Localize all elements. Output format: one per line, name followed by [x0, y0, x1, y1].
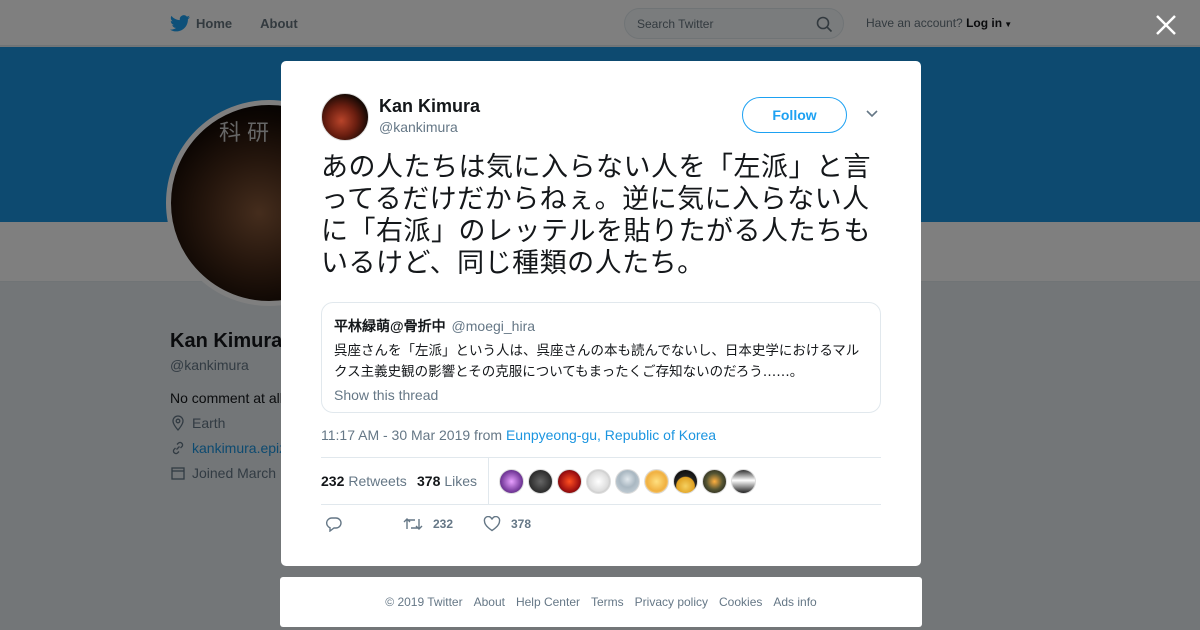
likes-stat[interactable]: 378 Likes: [417, 473, 477, 489]
liker-avatar[interactable]: [586, 469, 611, 494]
liker-avatar[interactable]: [731, 469, 756, 494]
tweet-text: あの人たちは気に入らない人を「左派」と言ってるだけだからねぇ。逆に気に入らない人…: [321, 152, 871, 279]
quote-author-name: 平林緑萌@骨折中: [334, 318, 446, 334]
liker-avatar[interactable]: [615, 469, 640, 494]
chevron-down-icon[interactable]: [865, 109, 879, 119]
author-avatar[interactable]: [321, 93, 369, 141]
heart-icon: [483, 516, 501, 532]
retweet-button[interactable]: 232: [403, 516, 453, 532]
liker-avatar[interactable]: [557, 469, 582, 494]
author-handle[interactable]: @kankimura: [379, 119, 458, 135]
liker-avatar[interactable]: [528, 469, 553, 494]
stats-divider: [488, 458, 489, 504]
tweet-actions: 232 378: [321, 516, 881, 536]
liker-avatar[interactable]: [702, 469, 727, 494]
retweets-count: 232: [321, 473, 345, 489]
tweet-modal: Kan Kimura @kankimura Follow あの人たちは気に入らな…: [281, 61, 921, 566]
likes-label: Likes: [444, 473, 478, 489]
location-link[interactable]: Eunpyeong-gu, Republic of Korea: [506, 427, 716, 443]
retweets-label: Retweets: [348, 473, 407, 489]
liker-avatar[interactable]: [673, 469, 698, 494]
like-count: 378: [511, 517, 532, 531]
show-thread-link[interactable]: Show this thread: [334, 387, 868, 403]
footer: © 2019 Twitter About Help Center Terms P…: [280, 577, 922, 627]
liker-avatars: [499, 469, 760, 494]
likes-count: 378: [417, 473, 441, 489]
liker-avatar[interactable]: [499, 469, 524, 494]
footer-ads[interactable]: Ads info: [773, 595, 816, 609]
retweet-icon: [403, 518, 423, 530]
timestamp-text[interactable]: 11:17 AM - 30 Mar 2019 from: [321, 427, 502, 443]
footer-copyright: © 2019 Twitter: [385, 595, 463, 609]
tweet-timestamp: 11:17 AM - 30 Mar 2019 from Eunpyeong-gu…: [321, 427, 716, 443]
close-icon[interactable]: [1153, 12, 1179, 38]
footer-cookies[interactable]: Cookies: [719, 595, 762, 609]
reply-icon: [326, 517, 342, 532]
footer-help[interactable]: Help Center: [516, 595, 580, 609]
liker-avatar[interactable]: [644, 469, 669, 494]
reply-button[interactable]: [325, 516, 353, 532]
quoted-tweet[interactable]: 平林緑萌@骨折中 @moegi_hira 呉座さんを「左派」という人は、呉座さん…: [321, 302, 881, 413]
quote-header: 平林緑萌@骨折中 @moegi_hira: [334, 316, 868, 336]
tweet-stats: 232 Retweets 378 Likes: [321, 457, 881, 505]
like-button[interactable]: 378: [483, 516, 531, 532]
quote-author-handle: @moegi_hira: [451, 318, 536, 334]
author-name[interactable]: Kan Kimura: [379, 96, 480, 117]
footer-privacy[interactable]: Privacy policy: [635, 595, 708, 609]
retweet-count: 232: [433, 517, 454, 531]
quote-text: 呉座さんを「左派」という人は、呉座さんの本も読んでないし、日本史学におけるマルク…: [334, 343, 860, 380]
follow-button[interactable]: Follow: [742, 97, 847, 133]
footer-terms[interactable]: Terms: [591, 595, 624, 609]
retweets-stat[interactable]: 232 Retweets: [321, 473, 407, 489]
footer-about[interactable]: About: [474, 595, 505, 609]
